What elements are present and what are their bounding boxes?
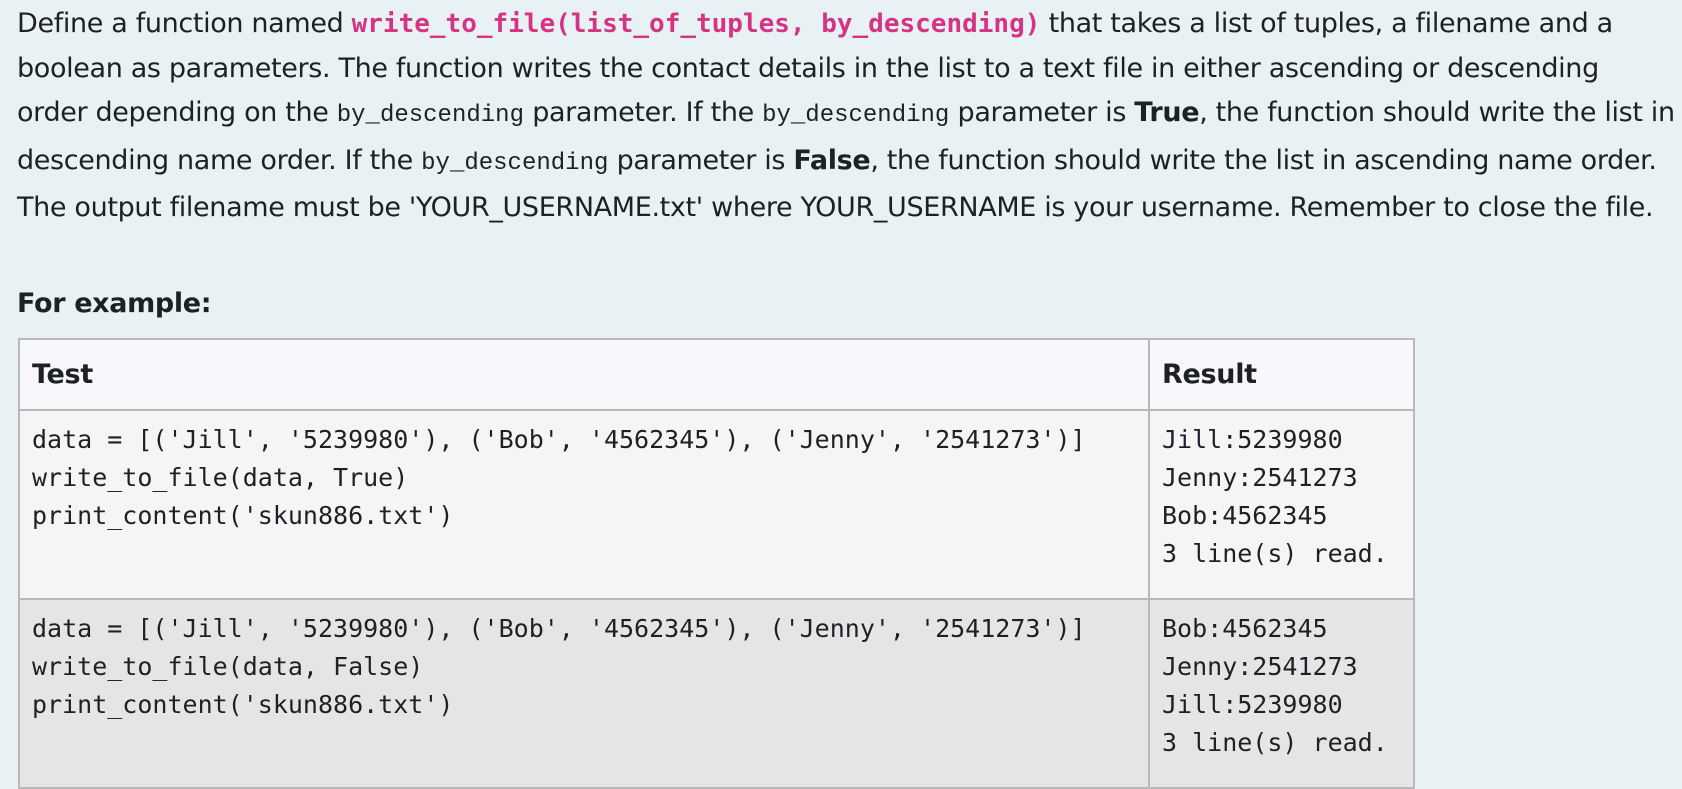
table-header-row: Test Result (18, 338, 1415, 411)
question-text-part: Define a function named (17, 8, 352, 39)
question-text: Define a function named write_to_file(li… (17, 0, 1677, 231)
false-keyword: False (793, 144, 871, 176)
table-row: data = [('Jill', '5239980'), ('Bob', '45… (18, 598, 1415, 789)
example-heading: For example: (17, 288, 212, 319)
result-output: Jill:5239980 Jenny:2541273 Bob:4562345 3… (1162, 425, 1388, 568)
examples-table: Test Result data = [('Jill', '5239980'),… (18, 338, 1415, 789)
test-cell: data = [('Jill', '5239980'), ('Bob', '45… (18, 409, 1150, 600)
result-cell: Bob:4562345 Jenny:2541273 Jill:5239980 3… (1148, 598, 1415, 789)
inline-code-param: by_descending (336, 102, 524, 129)
test-code: data = [('Jill', '5239980'), ('Bob', '45… (32, 614, 1086, 719)
inline-code-param: by_descending (421, 149, 609, 177)
inline-code-param: by_descending (762, 102, 950, 129)
question-text-part: parameter. If the (523, 97, 763, 128)
header-test: Test (18, 338, 1150, 411)
question-text-container: Define a function named write_to_file(li… (17, 0, 1677, 231)
header-result: Result (1148, 338, 1415, 411)
function-signature: write_to_file(list_of_tuples, by_descend… (351, 9, 1041, 39)
test-cell: data = [('Jill', '5239980'), ('Bob', '45… (18, 598, 1150, 789)
true-keyword: True (1134, 97, 1200, 128)
question-text-part: parameter is (608, 144, 794, 176)
question-text-part: parameter is (949, 97, 1135, 128)
test-code: data = [('Jill', '5239980'), ('Bob', '45… (32, 425, 1086, 530)
result-cell: Jill:5239980 Jenny:2541273 Bob:4562345 3… (1148, 409, 1415, 600)
table-row: data = [('Jill', '5239980'), ('Bob', '45… (18, 409, 1415, 600)
result-output: Bob:4562345 Jenny:2541273 Jill:5239980 3… (1162, 614, 1388, 757)
